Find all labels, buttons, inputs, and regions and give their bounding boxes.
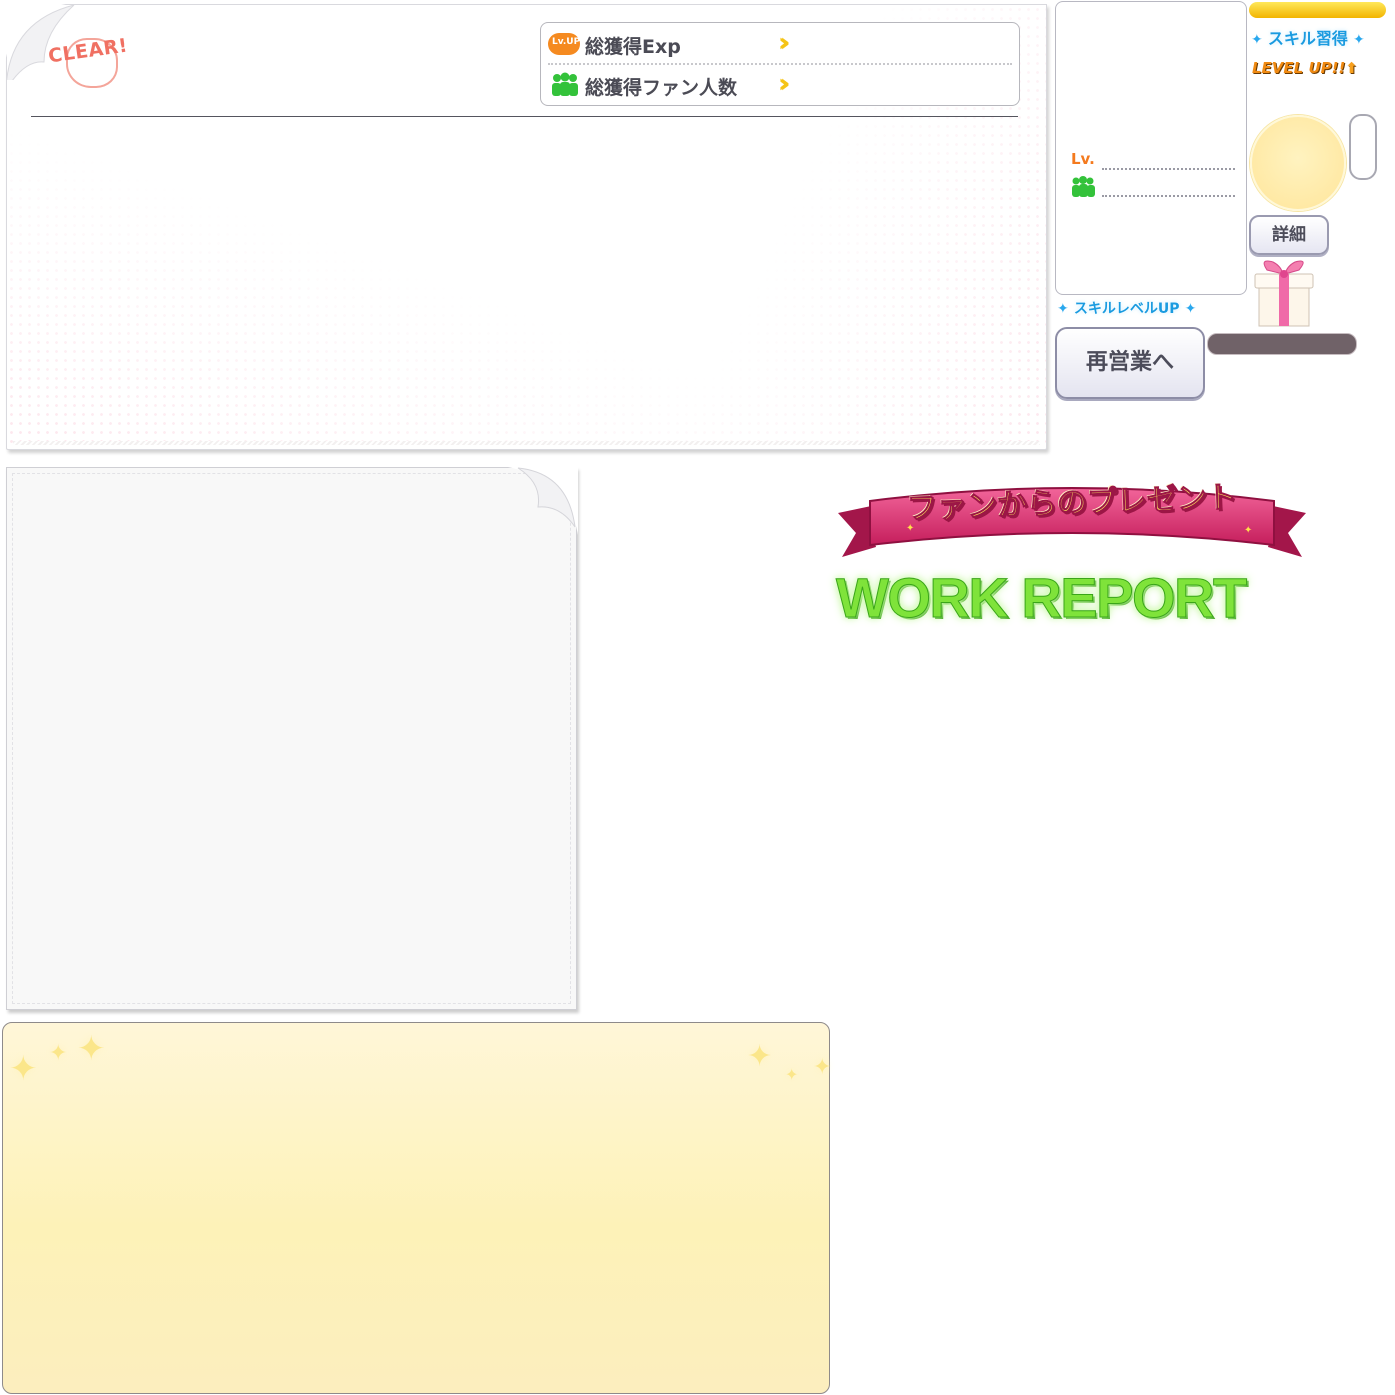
skill-level-up-label: スキルレベルUP <box>1073 301 1180 317</box>
total-exp-label: 総獲得Exp <box>585 36 681 58</box>
page-curl-icon <box>508 465 578 535</box>
sparkle-icon: ✦ <box>785 1065 799 1084</box>
lv-up-badge-text: Lv.UP <box>552 37 581 47</box>
blank-card-panel <box>6 467 577 1010</box>
stats-divider <box>548 63 1012 65</box>
skill-gauge <box>1249 2 1386 18</box>
dark-gauge-bar <box>1207 333 1357 355</box>
level-up-text: LEVEL UP!! <box>1252 59 1346 77</box>
skill-level-up-banner: ✦ スキルレベルUP ✦ <box>1057 298 1196 318</box>
sparkle-icon: ✦ <box>1057 301 1069 317</box>
fans-icon <box>1072 176 1095 197</box>
chevron-right-icon: ›› <box>778 28 792 58</box>
arrow-up-icon: ⬆ <box>1345 59 1358 77</box>
level-value-line <box>1102 168 1235 170</box>
sparkle-icon: ✦ <box>1184 301 1197 317</box>
sparkle-icon: ✦ <box>1352 32 1365 48</box>
skill-acquired-label: スキル習得 <box>1267 29 1348 48</box>
sparkle-icon: ✦ <box>9 1049 38 1089</box>
sparkle-icon: ✦ <box>813 1055 832 1080</box>
chevron-right-icon: ›› <box>778 69 792 99</box>
panel-rule <box>31 116 1018 117</box>
skill-acquired-banner: ✦ スキル習得 ✦ <box>1251 25 1365 49</box>
detail-button[interactable]: 詳細 <box>1249 215 1329 255</box>
character-box <box>1055 1 1247 295</box>
sparkle-icon: ✦ <box>1251 32 1263 48</box>
skill-icon-slot <box>1250 115 1346 211</box>
level-up-label: LEVEL UP!!⬆ <box>1252 59 1358 77</box>
fans-value-line <box>1102 195 1235 197</box>
sparkle-icon: ✦ <box>49 1041 68 1066</box>
yellow-reward-panel: ✦ ✦ ✦ ✦ ✦ ✦ <box>2 1022 832 1394</box>
panel-inner-border <box>12 473 571 1004</box>
fans-icon <box>552 72 578 96</box>
svg-text:✦: ✦ <box>1244 525 1252 536</box>
sparkle-icon: ✦ <box>747 1039 773 1074</box>
scroll-pill[interactable] <box>1349 114 1377 180</box>
sparkle-icon: ✦ <box>77 1029 106 1069</box>
total-fans-label: 総獲得ファン人数 <box>585 77 738 99</box>
level-label: Lv. <box>1071 150 1095 168</box>
reopen-business-button[interactable]: 再営業へ <box>1055 327 1205 399</box>
gift-box-icon <box>1254 260 1314 327</box>
lv-up-icon: Lv.UP <box>548 31 580 57</box>
panel-bottom-stripe <box>13 441 1040 445</box>
work-report-title: WORK REPORT <box>836 566 1248 630</box>
